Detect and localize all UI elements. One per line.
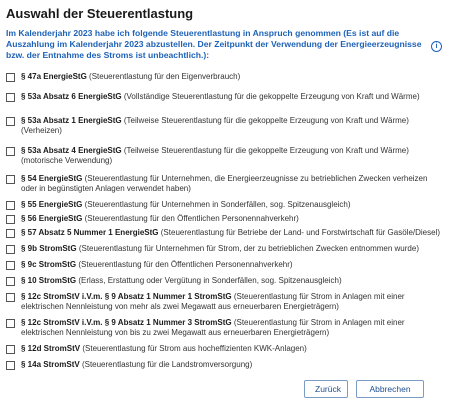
option-label: § 53a Absatz 1 EnergieStG (Teilweise Ste… (21, 116, 444, 136)
checkbox[interactable] (6, 73, 15, 82)
option-law: § 55 EnergieStG (21, 200, 83, 209)
option-label: § 12c StromStV i.V.m. § 9 Absatz 1 Numme… (21, 292, 444, 312)
intro-section: Im Kalenderjahr 2023 habe ich folgende S… (6, 28, 444, 60)
checkbox[interactable] (6, 215, 15, 224)
option-law: § 56 EnergieStG (21, 214, 83, 223)
checkbox[interactable] (6, 147, 15, 156)
checkbox[interactable] (6, 345, 15, 354)
option-desc: (Vollständige Steuerentlastung für die g… (123, 92, 420, 101)
option-law: § 12d StromStV (21, 344, 81, 353)
option-label: § 55 EnergieStG (Steuerentlastung für Un… (21, 200, 351, 210)
option-law: § 14a StromStV (21, 360, 80, 369)
option-label: § 10 StromStG (Erlass, Erstattung oder V… (21, 276, 342, 286)
dialog-buttons: Zurück Abbrechen (304, 380, 424, 398)
option-7[interactable]: § 57 Absatz 5 Nummer 1 EnergieStG (Steue… (6, 228, 444, 238)
option-desc: (Steuerentlastung für Unternehmen in Son… (84, 200, 351, 209)
option-law: § 10 StromStG (21, 276, 77, 285)
checkbox[interactable] (6, 319, 15, 328)
option-label: § 54 EnergieStG (Steuerentlastung für Un… (21, 174, 444, 194)
option-label: § 57 Absatz 5 Nummer 1 EnergieStG (Steue… (21, 228, 440, 238)
option-label: § 56 EnergieStG (Steuerentlastung für de… (21, 214, 299, 224)
option-label: § 53a Absatz 4 EnergieStG (Teilweise Ste… (21, 146, 444, 166)
option-desc: (Steuerentlastung für Unternehmen, die E… (21, 174, 428, 193)
option-label: § 12c StromStV i.V.m. § 9 Absatz 1 Numme… (21, 318, 444, 338)
option-law: § 53a Absatz 1 EnergieStG (21, 116, 122, 125)
checkbox[interactable] (6, 293, 15, 302)
dialog-title: Auswahl der Steuerentlastung (6, 6, 194, 21)
checkbox[interactable] (6, 261, 15, 270)
option-law: § 54 EnergieStG (21, 174, 83, 183)
option-10[interactable]: § 10 StromStG (Erlass, Erstattung oder V… (6, 276, 444, 286)
option-11[interactable]: § 12c StromStV i.V.m. § 9 Absatz 1 Numme… (6, 292, 444, 312)
option-desc: (Erlass, Erstattung oder Vergütung in So… (78, 276, 342, 285)
option-label: § 12d StromStV (Steuerentlastung für Str… (21, 344, 307, 354)
option-desc: (Steuerentlastung für Unternehmen für St… (78, 244, 419, 253)
option-desc: (Steuerentlastung für Strom aus hocheffi… (82, 344, 307, 353)
option-law: § 9c StromStG (21, 260, 77, 269)
option-8[interactable]: § 9b StromStG (Steuerentlastung für Unte… (6, 244, 444, 254)
checkbox[interactable] (6, 245, 15, 254)
option-1[interactable]: § 53a Absatz 6 EnergieStG (Vollständige … (6, 92, 444, 102)
checkbox[interactable] (6, 93, 15, 102)
option-0[interactable]: § 47a EnergieStG (Steuerentlastung für d… (6, 72, 444, 82)
option-5[interactable]: § 55 EnergieStG (Steuerentlastung für Un… (6, 200, 444, 210)
checkbox[interactable] (6, 229, 15, 238)
option-label: § 47a EnergieStG (Steuerentlastung für d… (21, 72, 240, 82)
option-law: § 53a Absatz 4 EnergieStG (21, 146, 122, 155)
option-9[interactable]: § 9c StromStG (Steuerentlastung für den … (6, 260, 444, 270)
option-6[interactable]: § 56 EnergieStG (Steuerentlastung für de… (6, 214, 444, 224)
option-2[interactable]: § 53a Absatz 1 EnergieStG (Teilweise Ste… (6, 116, 444, 136)
option-desc: (Steuerentlastung für die Landstromverso… (81, 360, 253, 369)
option-law: § 12c StromStV i.V.m. § 9 Absatz 1 Numme… (21, 292, 232, 301)
option-desc: (Steuerentlastung für den Eigenverbrauch… (89, 72, 241, 81)
intro-text: Im Kalenderjahr 2023 habe ich folgende S… (6, 28, 422, 60)
option-law: § 53a Absatz 6 EnergieStG (21, 92, 122, 101)
info-icon[interactable]: i (431, 41, 442, 52)
option-12[interactable]: § 12c StromStV i.V.m. § 9 Absatz 1 Numme… (6, 318, 444, 338)
checkbox[interactable] (6, 361, 15, 370)
option-law: § 47a EnergieStG (21, 72, 87, 81)
option-desc: (Steuerentlastung für den Öffentlichen P… (78, 260, 293, 269)
option-law: § 12c StromStV i.V.m. § 9 Absatz 1 Numme… (21, 318, 232, 327)
option-law: § 9b StromStG (21, 244, 77, 253)
option-13[interactable]: § 12d StromStV (Steuerentlastung für Str… (6, 344, 444, 354)
cancel-button[interactable]: Abbrechen (356, 380, 424, 398)
checkbox[interactable] (6, 117, 15, 126)
selection-dialog: Auswahl der Steuerentlastung Im Kalender… (0, 0, 450, 402)
option-label: § 9b StromStG (Steuerentlastung für Unte… (21, 244, 419, 254)
option-label: § 53a Absatz 6 EnergieStG (Vollständige … (21, 92, 420, 102)
checkbox[interactable] (6, 175, 15, 184)
option-label: § 14a StromStV (Steuerentlastung für die… (21, 360, 252, 370)
option-law: § 57 Absatz 5 Nummer 1 EnergieStG (21, 228, 159, 237)
option-14[interactable]: § 14a StromStV (Steuerentlastung für die… (6, 360, 444, 370)
option-desc: (Steuerentlastung für den Öffentlichen P… (84, 214, 299, 223)
checkbox[interactable] (6, 201, 15, 210)
option-desc: (Steuerentlastung für Betriebe der Land-… (160, 228, 441, 237)
option-3[interactable]: § 53a Absatz 4 EnergieStG (Teilweise Ste… (6, 146, 444, 166)
option-label: § 9c StromStG (Steuerentlastung für den … (21, 260, 293, 270)
back-button[interactable]: Zurück (304, 380, 348, 398)
checkbox[interactable] (6, 277, 15, 286)
option-4[interactable]: § 54 EnergieStG (Steuerentlastung für Un… (6, 174, 444, 194)
